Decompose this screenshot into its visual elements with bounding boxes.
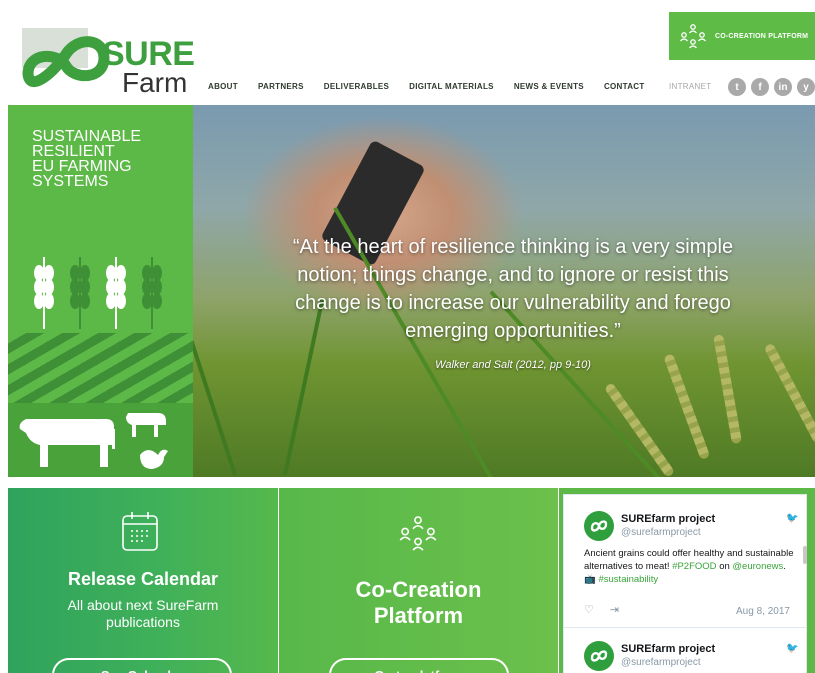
- facebook-icon[interactable]: f: [751, 78, 769, 96]
- tweet-hashtag[interactable]: #P2FOOD: [672, 561, 716, 572]
- tweet-actions: ♡ ⇥: [584, 603, 619, 616]
- nav-news-events[interactable]: NEWS & EVENTS: [514, 82, 584, 91]
- rice-grain: [763, 342, 815, 445]
- tweet-author-name[interactable]: SUREfarm project: [621, 513, 715, 525]
- tagline-line: SUSTAINABLE: [32, 128, 142, 145]
- release-calendar-panel: Release Calendar All about next SureFarm…: [8, 488, 278, 673]
- social-links: t f in y: [728, 78, 815, 96]
- cocreation-platform-label: CO-CREATION PLATFORM: [715, 32, 809, 40]
- cocreation-title-line2: Platform: [373, 603, 464, 628]
- tweet-text-part: on: [719, 561, 733, 572]
- hero-quote: “At the heart of resilience thinking is …: [292, 236, 734, 342]
- like-heart-icon[interactable]: ♡: [584, 603, 594, 616]
- tweet-author-name[interactable]: SUREfarm project: [621, 643, 715, 655]
- people-circle-icon: [680, 24, 706, 49]
- livestock-icons: [19, 413, 168, 469]
- twitter-icon[interactable]: t: [728, 78, 746, 96]
- infinity-logo-mark: [22, 28, 110, 87]
- wheat-icons: [34, 257, 162, 329]
- people-circle-icon: [399, 516, 437, 551]
- nav-about[interactable]: ABOUT: [208, 82, 238, 91]
- cocreation-platform-button[interactable]: CO-CREATION PLATFORM: [669, 12, 815, 60]
- see-calendar-button[interactable]: See Calendar: [52, 658, 232, 673]
- calendar-icon: [122, 512, 158, 551]
- tweet-author-handle[interactable]: @surefarmproject: [621, 657, 701, 668]
- nav-contact[interactable]: CONTACT: [604, 82, 645, 91]
- infinity-logo-mark: [590, 650, 608, 662]
- tweet-author-handle[interactable]: @surefarmproject: [621, 527, 701, 538]
- hero-photo: “At the heart of resilience thinking is …: [193, 105, 815, 477]
- hero-quote-citation: Walker and Salt (2012, pp 9-10): [435, 359, 591, 371]
- release-calendar-subtitle: All about next SureFarm publications: [67, 597, 219, 630]
- other-social-icon[interactable]: y: [797, 78, 815, 96]
- livestock-panel: [8, 403, 193, 477]
- go-to-platform-button[interactable]: Go to platform: [329, 658, 509, 673]
- tweet-hashtag[interactable]: #sustainability: [598, 574, 658, 585]
- tweet-text: Ancient grains could offer healthy and s…: [584, 547, 794, 586]
- cocreation-title-line1: Co-Creation: [355, 577, 482, 602]
- twitter-timeline: SUREfarm project @surefarmproject 🐦 Anci…: [559, 488, 815, 673]
- tweet-date[interactable]: Aug 8, 2017: [736, 606, 790, 617]
- tv-emoji-icon: 📺: [584, 574, 596, 585]
- surefarm-logo[interactable]: SURE Farm: [18, 26, 195, 97]
- tweet-mention[interactable]: @euronews: [732, 561, 783, 572]
- intranet-link[interactable]: INTRANET: [669, 82, 711, 91]
- twitter-timeline-card[interactable]: SUREfarm project @surefarmproject 🐦 Anci…: [563, 494, 807, 673]
- nav-digital-materials[interactable]: DIGITAL MATERIALS: [409, 82, 494, 91]
- logo-text-farm: Farm: [122, 67, 188, 98]
- tagline-line: EU FARMING: [32, 158, 132, 175]
- tagline-line: RESILIENT: [32, 143, 115, 160]
- timeline-scrollbar[interactable]: [803, 546, 807, 564]
- logo-text-sure: SURE: [102, 35, 195, 73]
- site-header: SURE Farm ABOUT PARTNERS DELIVERABLES DI…: [0, 0, 815, 105]
- hero-tagline: SUSTAINABLE RESILIENT EU FARMING SYSTEMS: [32, 128, 142, 190]
- grass-blade: [193, 265, 237, 476]
- twitter-bird-icon[interactable]: 🐦: [786, 643, 798, 654]
- hero-banner: SUSTAINABLE RESILIENT EU FARMING SYSTEMS: [8, 105, 815, 477]
- twitter-bird-icon[interactable]: 🐦: [786, 513, 798, 524]
- linkedin-icon[interactable]: in: [774, 78, 792, 96]
- rice-grain: [713, 334, 743, 445]
- tweet-divider: [564, 627, 806, 628]
- avatar[interactable]: [584, 511, 614, 541]
- share-icon[interactable]: ⇥: [610, 603, 619, 616]
- nav-deliverables[interactable]: DELIVERABLES: [324, 82, 389, 91]
- tagline-line: SYSTEMS: [32, 173, 109, 190]
- avatar[interactable]: [584, 641, 614, 671]
- main-nav: ABOUT PARTNERS DELIVERABLES DIGITAL MATE…: [208, 82, 645, 91]
- field-stripes: [8, 333, 193, 403]
- infinity-logo-mark: [590, 520, 608, 532]
- cocreation-panel: Co-Creation Platform Go to platform: [279, 488, 558, 673]
- nav-partners[interactable]: PARTNERS: [258, 82, 304, 91]
- release-calendar-title: Release Calendar: [67, 569, 219, 589]
- hero-side-panel: SUSTAINABLE RESILIENT EU FARMING SYSTEMS: [8, 105, 193, 477]
- tweet-text-part: .: [783, 561, 786, 572]
